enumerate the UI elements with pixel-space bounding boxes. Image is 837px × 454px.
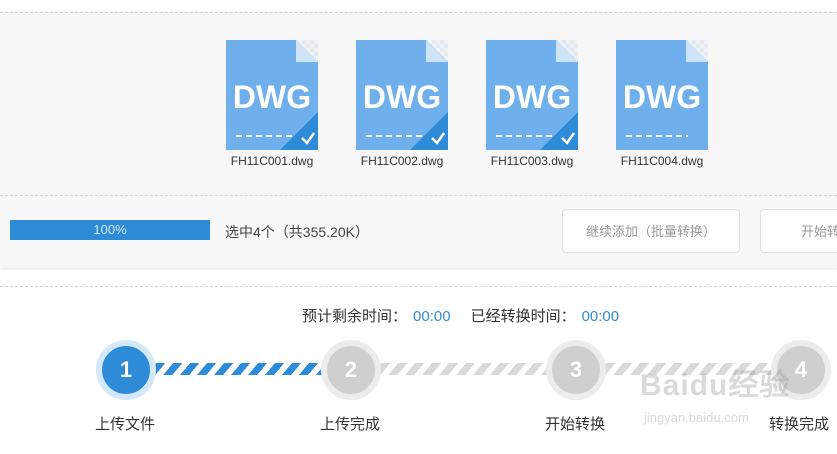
start-convert-button[interactable]: 开始转换 (760, 209, 837, 253)
remaining-time-label: 预计剩余时间： (302, 308, 408, 325)
step-1-circle: 1 (96, 340, 156, 400)
upload-panel: DWG FH11C001.dwg DWG FH11C002.dwg DWG FH… (0, 12, 837, 268)
file-name: FH11C004.dwg (620, 154, 704, 168)
selected-summary: 选中4个（共355.20K） (225, 224, 369, 240)
progress-steps: 1 2 3 4 上传文件 上传完成 开始转换 转换完成 (0, 335, 837, 454)
step-connector (605, 363, 775, 375)
continue-add-button[interactable]: 继续添加（批量转换） (562, 209, 740, 253)
step-4-label: 转换完成 (769, 416, 830, 433)
step-connector (380, 363, 550, 375)
remaining-time-value: 00:00 (413, 308, 451, 325)
file-card[interactable]: DWG FH11C003.dwg (482, 40, 582, 168)
dwg-file-icon: DWG (356, 40, 448, 150)
elapsed-time-label: 已经转换时间： (470, 308, 576, 325)
step-2-label: 上传完成 (320, 416, 381, 433)
file-grid: DWG FH11C001.dwg DWG FH11C002.dwg DWG FH… (0, 13, 837, 193)
step-3-circle: 3 (546, 340, 606, 400)
step-2-circle: 2 (321, 340, 381, 400)
dwg-text: DWG (363, 79, 441, 115)
dwg-text: DWG (493, 79, 571, 115)
step-4-circle: 4 (771, 340, 831, 400)
file-name: FH11C001.dwg (230, 154, 314, 168)
section-divider (0, 286, 837, 287)
step-1-label: 上传文件 (95, 416, 156, 433)
dwg-text: DWG (623, 79, 701, 115)
file-name: FH11C003.dwg (490, 154, 574, 168)
upload-progress-bar: 100% (10, 220, 210, 240)
file-card[interactable]: DWG FH11C004.dwg (612, 40, 712, 168)
step-connector (155, 363, 325, 375)
file-name: FH11C002.dwg (360, 154, 444, 168)
elapsed-time-value: 00:00 (581, 308, 620, 325)
dwg-file-icon: DWG (226, 40, 318, 150)
timing-row: 预计剩余时间： 00:00 已经转换时间： 00:00 (302, 305, 619, 326)
dwg-file-icon: DWG (616, 40, 708, 150)
dwg-text: DWG (233, 79, 311, 115)
progress-text: 100% (93, 222, 127, 237)
file-card[interactable]: DWG FH11C001.dwg (222, 40, 322, 168)
step-3-label: 开始转换 (545, 416, 606, 433)
file-card[interactable]: DWG FH11C002.dwg (352, 40, 452, 168)
dwg-file-icon: DWG (486, 40, 578, 150)
panel-divider (0, 195, 837, 196)
